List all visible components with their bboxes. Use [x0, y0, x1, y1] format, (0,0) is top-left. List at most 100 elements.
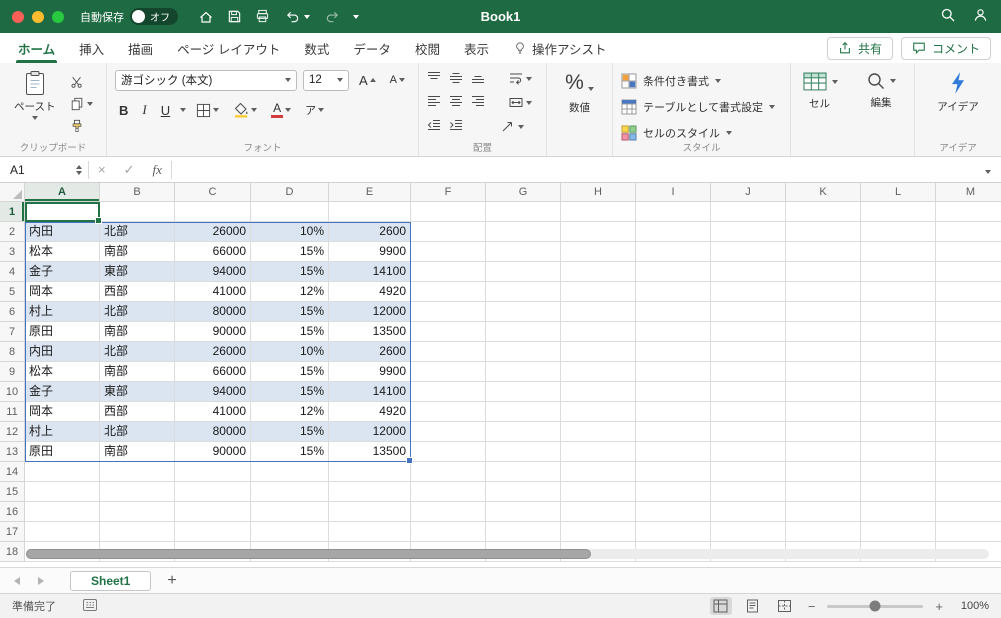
cell-M15[interactable] — [936, 482, 1001, 502]
cell-F10[interactable] — [411, 382, 486, 402]
cell-J15[interactable] — [711, 482, 786, 502]
cell-C6[interactable]: 80000 — [175, 302, 251, 322]
cell-L1[interactable] — [861, 202, 936, 222]
cell-A14[interactable] — [25, 462, 100, 482]
cell-H14[interactable] — [561, 462, 636, 482]
cell-C4[interactable]: 94000 — [175, 262, 251, 282]
row-header-8[interactable]: 8 — [0, 342, 25, 362]
cell-E17[interactable] — [329, 522, 411, 542]
cell-F17[interactable] — [411, 522, 486, 542]
cell-I10[interactable] — [636, 382, 711, 402]
cell-G16[interactable] — [486, 502, 561, 522]
format-painter-button[interactable] — [68, 115, 95, 136]
zoom-level[interactable]: 100% — [955, 600, 989, 612]
next-sheet-button[interactable] — [32, 576, 50, 585]
cell-D12[interactable]: 15% — [251, 422, 329, 442]
cell-M17[interactable] — [936, 522, 1001, 542]
page-layout-view-button[interactable] — [742, 597, 764, 615]
cell-B6[interactable]: 北部 — [100, 302, 175, 322]
cell-K5[interactable] — [786, 282, 861, 302]
cell-C10[interactable]: 94000 — [175, 382, 251, 402]
cell-C8[interactable]: 26000 — [175, 342, 251, 362]
cell-B15[interactable] — [100, 482, 175, 502]
cell-L9[interactable] — [861, 362, 936, 382]
cell-C16[interactable] — [175, 502, 251, 522]
cell-M7[interactable] — [936, 322, 1001, 342]
cell-F13[interactable] — [411, 442, 486, 462]
ribbon-tab-挿入[interactable]: 挿入 — [67, 33, 116, 63]
cell-I8[interactable] — [636, 342, 711, 362]
cell-D14[interactable] — [251, 462, 329, 482]
cell-B5[interactable]: 西部 — [100, 282, 175, 302]
cell-D7[interactable]: 15% — [251, 322, 329, 342]
cell-J4[interactable] — [711, 262, 786, 282]
cell-I4[interactable] — [636, 262, 711, 282]
cell-L4[interactable] — [861, 262, 936, 282]
column-header-K[interactable]: K — [786, 183, 861, 202]
cell-G4[interactable] — [486, 262, 561, 282]
cell-H7[interactable] — [561, 322, 636, 342]
row-header-2[interactable]: 2 — [0, 222, 25, 242]
cell-I1[interactable] — [636, 202, 711, 222]
cell-I6[interactable] — [636, 302, 711, 322]
cell-C14[interactable] — [175, 462, 251, 482]
add-sheet-button[interactable]: + — [157, 572, 186, 589]
cell-I14[interactable] — [636, 462, 711, 482]
cell-M16[interactable] — [936, 502, 1001, 522]
normal-view-button[interactable] — [709, 597, 732, 615]
cell-E1[interactable] — [329, 202, 411, 222]
cell-J2[interactable] — [711, 222, 786, 242]
cell-J16[interactable] — [711, 502, 786, 522]
cell-B11[interactable]: 西部 — [100, 402, 175, 422]
font-name-select[interactable]: 游ゴシック (本文) — [115, 69, 297, 91]
column-header-G[interactable]: G — [486, 183, 561, 202]
text-orientation-button[interactable] — [499, 116, 526, 137]
zoom-slider-thumb[interactable] — [869, 600, 881, 612]
cancel-entry-button[interactable]: × — [89, 162, 115, 177]
cell-G7[interactable] — [486, 322, 561, 342]
cell-H15[interactable] — [561, 482, 636, 502]
cell-G3[interactable] — [486, 242, 561, 262]
increase-indent-icon[interactable] — [449, 119, 463, 135]
cell-F12[interactable] — [411, 422, 486, 442]
cell-F5[interactable] — [411, 282, 486, 302]
cell-D4[interactable]: 15% — [251, 262, 329, 282]
cell-A1[interactable] — [25, 202, 100, 222]
share-button[interactable]: 共有 — [826, 36, 893, 60]
cell-G17[interactable] — [486, 522, 561, 542]
cell-E4[interactable]: 14100 — [329, 262, 411, 282]
cell-K17[interactable] — [786, 522, 861, 542]
cell-K6[interactable] — [786, 302, 861, 322]
align-right-icon[interactable] — [471, 95, 485, 111]
underline-button[interactable]: U — [157, 99, 174, 121]
cell-A11[interactable]: 岡本 — [25, 402, 100, 422]
cell-C11[interactable]: 41000 — [175, 402, 251, 422]
ribbon-tab-表示[interactable]: 表示 — [452, 33, 501, 63]
cell-L5[interactable] — [861, 282, 936, 302]
borders-button[interactable] — [192, 99, 223, 121]
cell-C5[interactable]: 41000 — [175, 282, 251, 302]
cell-B12[interactable]: 北部 — [100, 422, 175, 442]
cell-L12[interactable] — [861, 422, 936, 442]
cell-A10[interactable]: 金子 — [25, 382, 100, 402]
bold-button[interactable]: B — [115, 99, 132, 121]
cell-M3[interactable] — [936, 242, 1001, 262]
cell-L10[interactable] — [861, 382, 936, 402]
cell-D11[interactable]: 12% — [251, 402, 329, 422]
select-all-button[interactable] — [0, 183, 25, 202]
decrease-font-size-button[interactable]: A — [386, 69, 409, 91]
cell-G15[interactable] — [486, 482, 561, 502]
name-box-spinner[interactable] — [76, 164, 82, 175]
cell-D2[interactable]: 10% — [251, 222, 329, 242]
cell-A2[interactable]: 内田 — [25, 222, 100, 242]
cell-M12[interactable] — [936, 422, 1001, 442]
cell-A4[interactable]: 金子 — [25, 262, 100, 282]
cell-J7[interactable] — [711, 322, 786, 342]
column-header-F[interactable]: F — [411, 183, 486, 202]
ribbon-tab-数式[interactable]: 数式 — [292, 33, 341, 63]
cell-M6[interactable] — [936, 302, 1001, 322]
cell-J1[interactable] — [711, 202, 786, 222]
save-icon[interactable] — [227, 9, 242, 24]
cell-A17[interactable] — [25, 522, 100, 542]
cell-A13[interactable]: 原田 — [25, 442, 100, 462]
